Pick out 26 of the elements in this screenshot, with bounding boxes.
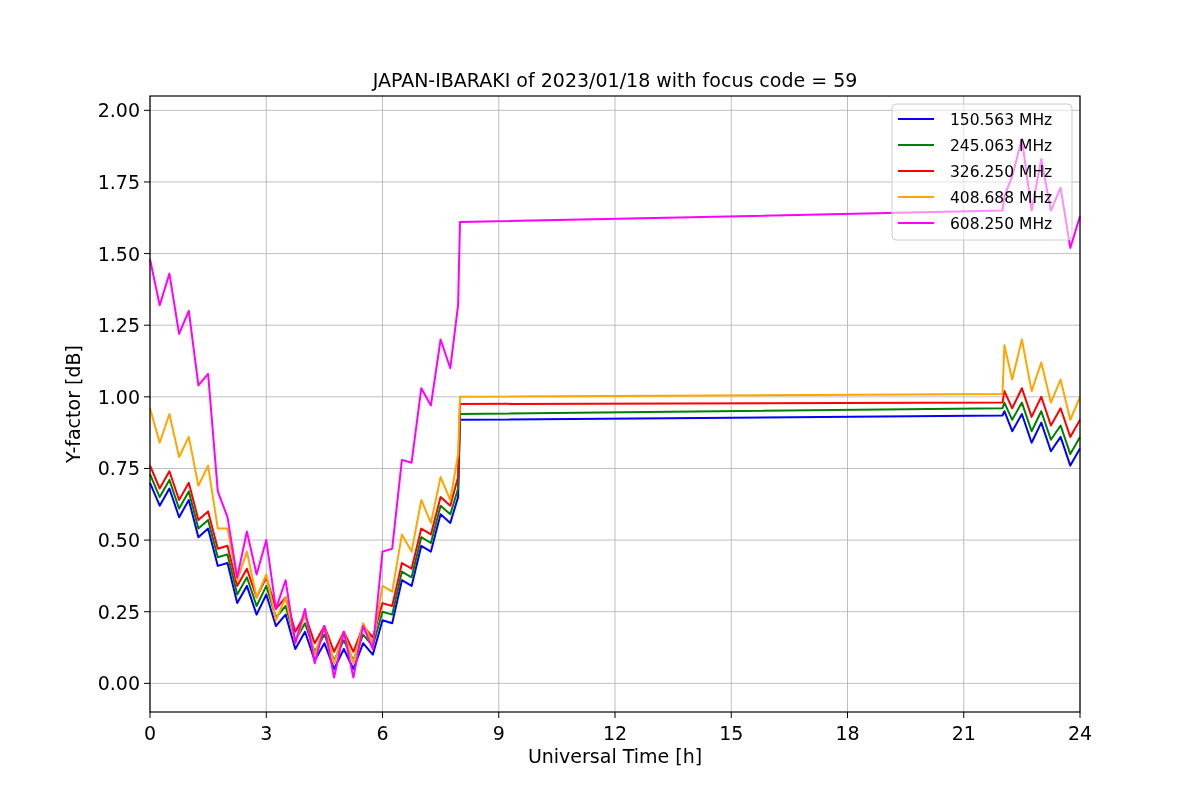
legend-label: 408.688 MHz [950,189,1053,207]
y-tick-label: 1.00 [97,385,140,408]
x-tick-label: 0 [143,722,157,744]
y-tick-label: 1.75 [97,170,140,193]
x-tick-label: 6 [376,722,389,744]
x-tick-label: 18 [835,722,860,744]
y-tick-label: 0.50 [97,529,140,552]
y-tick-label: 0.25 [97,600,140,623]
legend-label: 608.250 MHz [950,215,1053,233]
y-tick-label: 1.50 [97,242,140,265]
x-tick-label: 9 [492,722,505,744]
x-axis-label: Universal Time [h] [527,745,703,767]
x-tick-label: 21 [951,722,976,744]
y-tick-label: 0.75 [97,457,140,480]
y-tick-label: 0.00 [97,672,140,695]
y-tick-label: 1.25 [97,314,140,337]
y-tick-label: 2.00 [97,99,140,122]
legend-label: 150.563 MHz [950,111,1053,129]
chart-title: JAPAN-IBARAKI of 2023/01/18 with focus code = 59 [372,69,858,91]
legend-label: 326.250 MHz [950,163,1053,181]
x-tick-label: 3 [260,722,273,744]
y-axis-label: Y-factor [dB] [62,345,84,463]
legend-label: 245.063 MHz [950,137,1053,155]
x-tick-label: 15 [719,722,744,744]
x-tick-label: 24 [1067,722,1093,744]
x-tick-label: 12 [602,722,628,744]
